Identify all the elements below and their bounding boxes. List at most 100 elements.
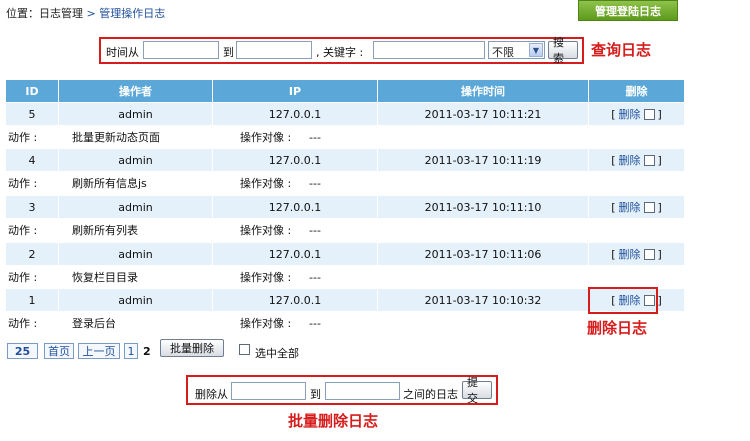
- search-from-label: 时间从: [106, 46, 139, 59]
- row-delete-link[interactable]: 删除: [619, 246, 641, 262]
- bulk-delete-submit-button[interactable]: 提交: [462, 376, 492, 405]
- table-row: 3 admin 127.0.0.1 2011-03-17 10:11:10 [删…: [6, 196, 684, 218]
- header-operator: 操作者: [119, 85, 152, 98]
- table-row: 5 admin 127.0.0.1 2011-03-17 10:11:21 [删…: [6, 103, 684, 125]
- prev-page-link[interactable]: 上一页: [78, 343, 120, 359]
- row-id: 1: [28, 293, 36, 307]
- row-delete-checkbox[interactable]: [643, 248, 655, 260]
- action-label: 动作 :: [8, 224, 38, 237]
- row-time: 2011-03-17 10:11:19: [424, 153, 542, 167]
- row-delete-cell: [删除 ]: [589, 103, 684, 125]
- row-id: 5: [28, 107, 36, 121]
- batch-delete-button[interactable]: 批量删除: [160, 339, 224, 357]
- row-action-line: 动作 : 刷新所有列表 操作对像 : ---: [6, 218, 684, 242]
- target-value: ---: [309, 130, 321, 144]
- row-operator: admin: [118, 247, 153, 261]
- breadcrumb: 位置：日志管理 > 管理操作日志: [6, 5, 165, 21]
- bracket-open: [: [611, 247, 616, 261]
- target-label: 操作对像 :: [240, 271, 292, 284]
- breadcrumb-item-log-management[interactable]: 日志管理: [39, 7, 83, 20]
- first-page-link[interactable]: 首页: [44, 343, 74, 359]
- target-label: 操作对像 :: [240, 177, 292, 190]
- action-value: 恢复栏目目录: [72, 271, 138, 284]
- target-value: ---: [309, 316, 321, 330]
- bulk-delete-to-input[interactable]: [325, 382, 400, 400]
- select-all-checkbox[interactable]: [239, 344, 250, 355]
- row-ip: 127.0.0.1: [268, 293, 322, 307]
- action-label: 动作 :: [8, 271, 38, 284]
- row-delete-cell: [删除 ]: [589, 149, 684, 171]
- search-annotation-text: 查询日志: [591, 41, 652, 59]
- search-from-date-input[interactable]: [143, 41, 219, 59]
- target-value: ---: [309, 176, 321, 190]
- bracket-open: [: [611, 107, 616, 121]
- delete-annotation-box: [588, 287, 658, 314]
- row-time: 2011-03-17 10:10:32: [424, 293, 542, 307]
- action-value: 批量更新动态页面: [72, 131, 160, 144]
- action-value: 刷新所有信息js: [72, 177, 147, 190]
- row-delete-link[interactable]: 删除: [619, 152, 641, 168]
- row-operator: admin: [118, 153, 153, 167]
- row-ip: 127.0.0.1: [268, 200, 322, 214]
- row-delete-checkbox[interactable]: [643, 108, 655, 120]
- bracket-close: ]: [657, 293, 662, 307]
- bracket-open: [: [611, 200, 616, 214]
- action-label: 动作 :: [8, 131, 38, 144]
- row-time: 2011-03-17 10:11:10: [424, 200, 542, 214]
- breadcrumb-item-operation-log[interactable]: 管理操作日志: [99, 7, 165, 20]
- login-log-button[interactable]: 管理登陆日志: [578, 0, 678, 21]
- row-action-line: 动作 : 刷新所有信息js 操作对像 : ---: [6, 171, 684, 195]
- action-label: 动作 :: [8, 177, 38, 190]
- row-operator: admin: [118, 200, 153, 214]
- search-type-select[interactable]: 不限 ▼: [488, 41, 545, 59]
- table-row: 1 admin 127.0.0.1 2011-03-17 10:10:32 [删…: [6, 289, 684, 311]
- bulk-delete-from-input[interactable]: [231, 382, 306, 400]
- bulk-delete-from-label: 删除从: [195, 388, 228, 401]
- search-to-date-input[interactable]: [236, 41, 312, 59]
- target-value: ---: [309, 223, 321, 237]
- row-delete-cell: [删除 ]: [589, 196, 684, 218]
- row-delete-link[interactable]: 删除: [619, 106, 641, 122]
- bracket-close: ]: [657, 200, 662, 214]
- table-row: 2 admin 127.0.0.1 2011-03-17 10:11:06 [删…: [6, 243, 684, 265]
- table-header: ID 操作者 IP 操作时间 删除: [6, 80, 684, 102]
- bracket-open: [: [611, 153, 616, 167]
- header-delete: 删除: [625, 85, 648, 98]
- bulk-delete-to-label: 到: [310, 388, 321, 401]
- chevron-down-icon: ▼: [529, 43, 543, 57]
- row-delete-checkbox[interactable]: [643, 154, 655, 166]
- target-label: 操作对像 :: [240, 317, 292, 330]
- bracket-close: ]: [657, 153, 662, 167]
- header-id: ID: [25, 84, 39, 98]
- row-action-line: 动作 : 批量更新动态页面 操作对像 : ---: [6, 125, 684, 149]
- row-id: 2: [28, 247, 36, 261]
- search-keyword-label: , 关键字 :: [316, 46, 364, 59]
- bulk-delete-between-label: 之间的日志: [403, 388, 458, 401]
- search-button[interactable]: 搜索: [548, 36, 578, 65]
- bracket-close: ]: [657, 107, 662, 121]
- table-row: 4 admin 127.0.0.1 2011-03-17 10:11:19 [删…: [6, 149, 684, 171]
- action-value: 刷新所有列表: [72, 224, 138, 237]
- row-delete-cell: [删除 ]: [589, 243, 684, 265]
- header-time: 操作时间: [461, 85, 505, 98]
- total-count: 25: [7, 343, 38, 359]
- row-action-line: 动作 : 登录后台 操作对像 : ---: [6, 311, 684, 335]
- row-delete-link[interactable]: 删除: [619, 199, 641, 215]
- row-time: 2011-03-17 10:11:06: [424, 247, 542, 261]
- target-label: 操作对像 :: [240, 224, 292, 237]
- bracket-close: ]: [657, 247, 662, 261]
- search-keyword-input[interactable]: [373, 41, 485, 59]
- action-label: 动作 :: [8, 317, 38, 330]
- target-value: ---: [309, 270, 321, 284]
- search-to-label: 到: [223, 46, 234, 59]
- breadcrumb-separator: >: [86, 7, 96, 20]
- search-type-select-value: 不限: [492, 46, 514, 59]
- select-all-label: 选中全部: [255, 347, 299, 360]
- current-page: 2: [143, 345, 151, 358]
- page-1-link[interactable]: 1: [124, 343, 138, 359]
- row-delete-checkbox[interactable]: [643, 201, 655, 213]
- row-ip: 127.0.0.1: [268, 153, 322, 167]
- breadcrumb-prefix: 位置：: [6, 7, 39, 20]
- action-value: 登录后台: [72, 317, 116, 330]
- delete-annotation-text: 删除日志: [587, 319, 648, 337]
